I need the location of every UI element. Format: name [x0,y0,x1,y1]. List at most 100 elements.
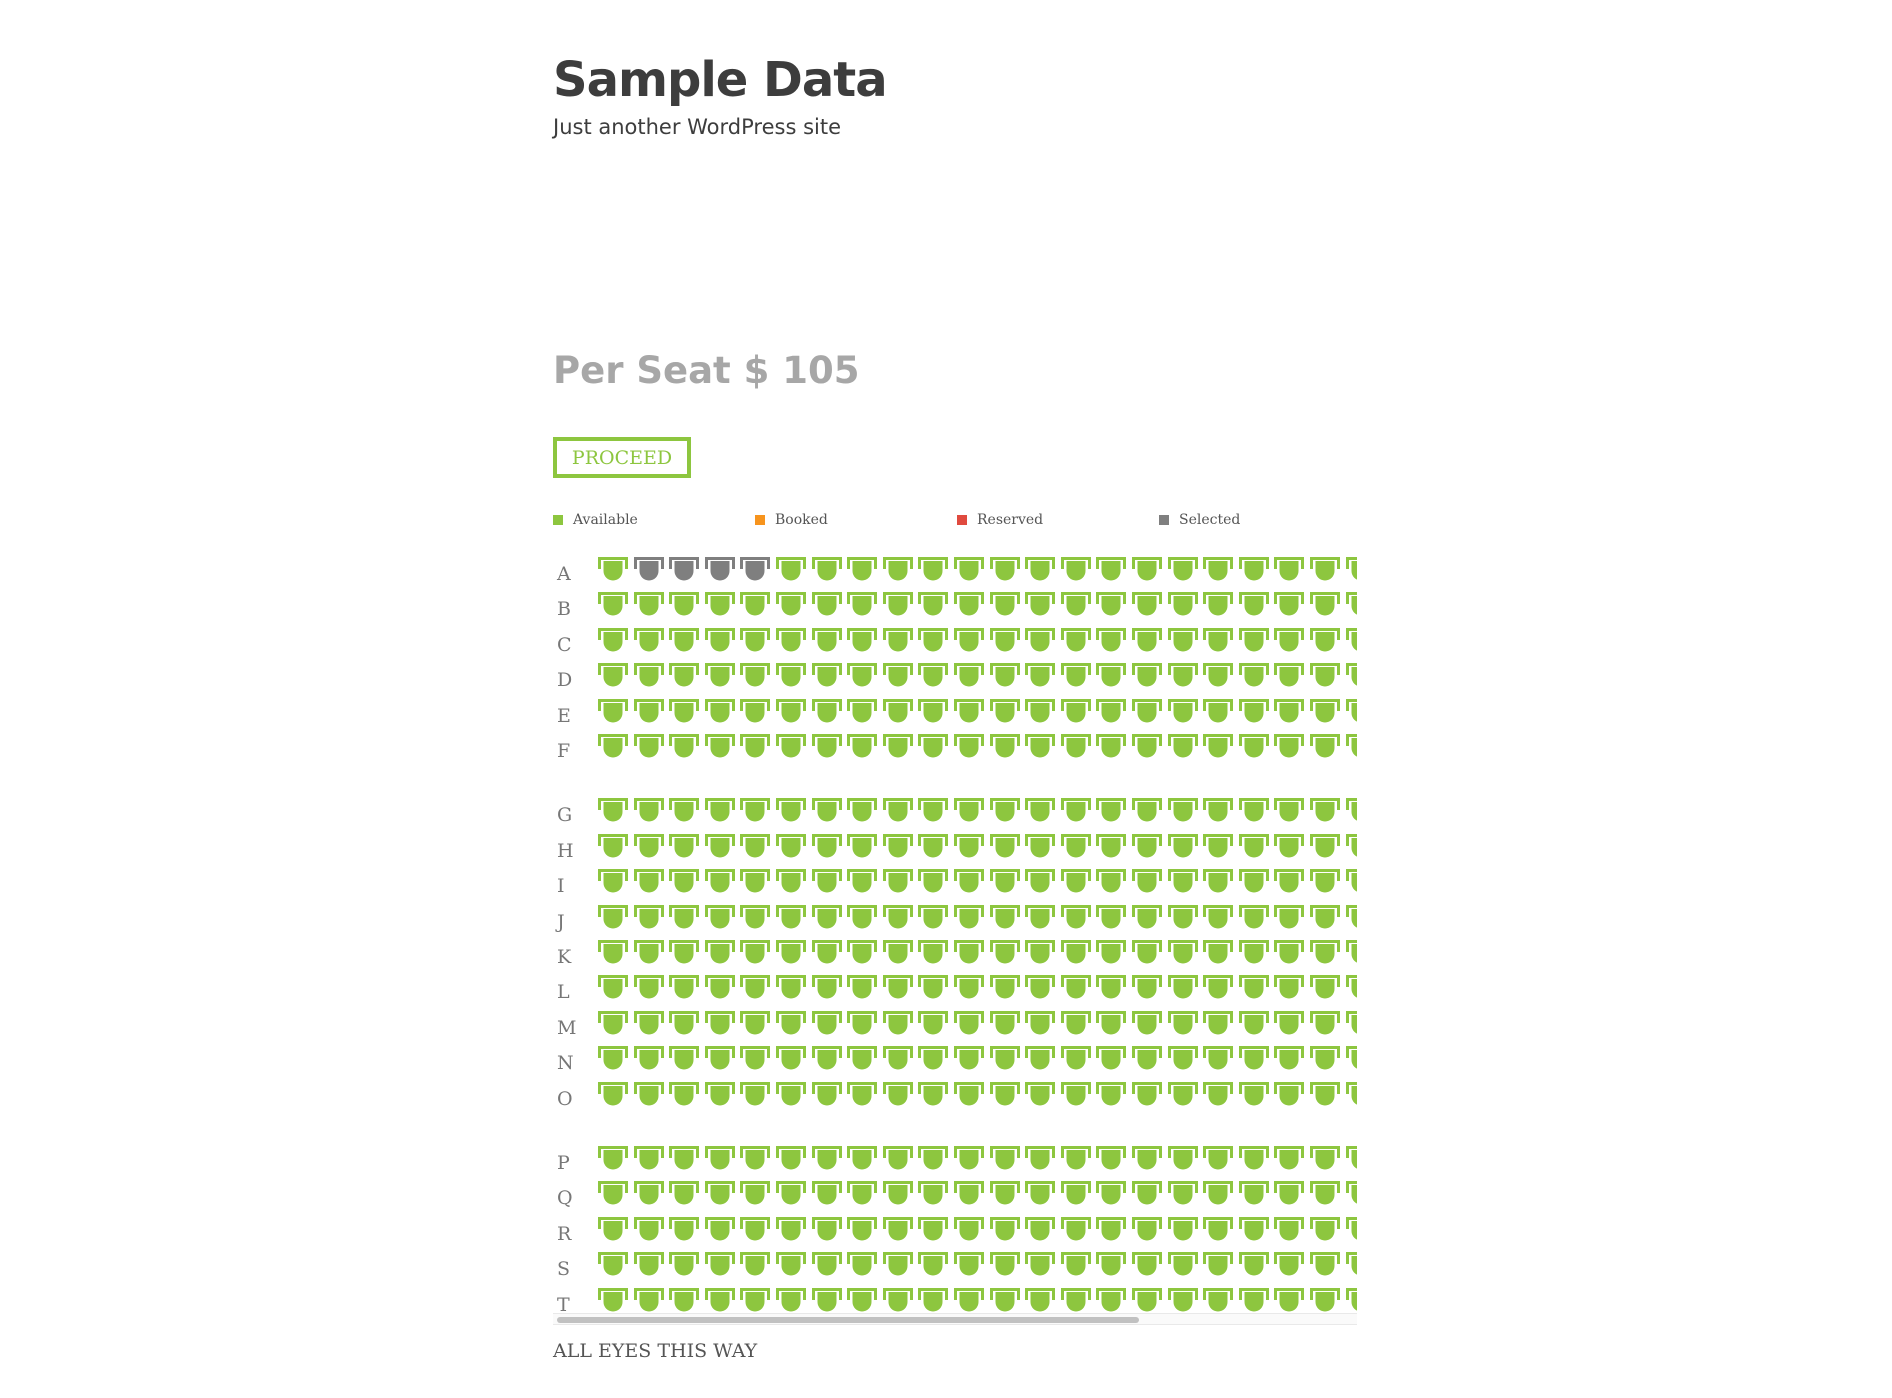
seat-m-22-available[interactable] [1345,1010,1357,1038]
seat-r-6-available[interactable] [776,1216,806,1244]
seat-j-21-available[interactable] [1310,904,1340,932]
seat-h-15-available[interactable] [1096,833,1127,861]
seat-k-10-available[interactable] [918,939,949,967]
seat-o-7-available[interactable] [811,1081,842,1109]
seat-i-8-available[interactable] [847,868,878,896]
seat-h-21-available[interactable] [1310,833,1340,861]
seat-b-2-available[interactable] [633,591,664,619]
seat-i-19-available[interactable] [1238,868,1269,896]
seat-r-1-available[interactable] [598,1216,628,1244]
seat-q-17-available[interactable] [1167,1180,1198,1208]
seat-p-8-available[interactable] [847,1145,878,1173]
seat-b-10-available[interactable] [918,591,949,619]
seat-i-3-available[interactable] [669,868,700,896]
seat-r-8-available[interactable] [847,1216,878,1244]
seat-c-5-available[interactable] [740,627,771,655]
seat-b-14-available[interactable] [1060,591,1091,619]
seat-b-6-available[interactable] [776,591,806,619]
seat-c-12-available[interactable] [989,627,1020,655]
seat-h-11-available[interactable] [954,833,984,861]
seat-q-3-available[interactable] [669,1180,700,1208]
seat-p-13-available[interactable] [1025,1145,1056,1173]
seat-p-16-available[interactable] [1132,1145,1162,1173]
seat-b-7-available[interactable] [811,591,842,619]
seat-s-20-available[interactable] [1274,1251,1305,1279]
seat-j-6-available[interactable] [776,904,806,932]
seat-k-8-available[interactable] [847,939,878,967]
seat-g-18-available[interactable] [1203,797,1234,825]
seat-m-2-available[interactable] [633,1010,664,1038]
seat-g-20-available[interactable] [1274,797,1305,825]
seat-n-11-available[interactable] [954,1045,984,1073]
seat-l-13-available[interactable] [1025,974,1056,1002]
seat-n-4-available[interactable] [704,1045,735,1073]
seat-r-14-available[interactable] [1060,1216,1091,1244]
seat-f-22-available[interactable] [1345,733,1357,761]
seat-t-12-available[interactable] [989,1287,1020,1315]
scrollbar-thumb[interactable] [557,1317,1139,1323]
seat-t-15-available[interactable] [1096,1287,1127,1315]
seat-g-19-available[interactable] [1238,797,1269,825]
seat-e-8-available[interactable] [847,698,878,726]
seat-j-1-available[interactable] [598,904,628,932]
seat-e-9-available[interactable] [882,698,913,726]
seat-i-18-available[interactable] [1203,868,1234,896]
seat-t-10-available[interactable] [918,1287,949,1315]
seat-k-11-available[interactable] [954,939,984,967]
seat-b-21-available[interactable] [1310,591,1340,619]
seat-p-21-available[interactable] [1310,1145,1340,1173]
seat-q-21-available[interactable] [1310,1180,1340,1208]
seat-k-5-available[interactable] [740,939,771,967]
seat-n-6-available[interactable] [776,1045,806,1073]
seat-s-4-available[interactable] [704,1251,735,1279]
seat-c-14-available[interactable] [1060,627,1091,655]
seat-l-14-available[interactable] [1060,974,1091,1002]
seat-j-12-available[interactable] [989,904,1020,932]
seat-r-17-available[interactable] [1167,1216,1198,1244]
seat-s-1-available[interactable] [598,1251,628,1279]
seat-f-11-available[interactable] [954,733,984,761]
seat-k-1-available[interactable] [598,939,628,967]
seat-q-10-available[interactable] [918,1180,949,1208]
seat-r-10-available[interactable] [918,1216,949,1244]
seat-a-16-available[interactable] [1132,556,1162,584]
seat-p-11-available[interactable] [954,1145,984,1173]
seat-m-17-available[interactable] [1167,1010,1198,1038]
seat-t-19-available[interactable] [1238,1287,1269,1315]
seat-g-2-available[interactable] [633,797,664,825]
seat-d-20-available[interactable] [1274,662,1305,690]
seat-t-20-available[interactable] [1274,1287,1305,1315]
seat-c-10-available[interactable] [918,627,949,655]
seat-i-16-available[interactable] [1132,868,1162,896]
seat-m-13-available[interactable] [1025,1010,1056,1038]
seat-o-1-available[interactable] [598,1081,628,1109]
seat-o-11-available[interactable] [954,1081,984,1109]
seat-a-22-available[interactable] [1345,556,1357,584]
seat-c-1-available[interactable] [598,627,628,655]
seat-t-16-available[interactable] [1132,1287,1162,1315]
seat-p-19-available[interactable] [1238,1145,1269,1173]
seat-h-8-available[interactable] [847,833,878,861]
seat-q-15-available[interactable] [1096,1180,1127,1208]
seat-l-19-available[interactable] [1238,974,1269,1002]
seat-m-3-available[interactable] [669,1010,700,1038]
seat-b-19-available[interactable] [1238,591,1269,619]
horizontal-scrollbar[interactable] [553,1313,1357,1325]
seat-n-18-available[interactable] [1203,1045,1234,1073]
seat-e-18-available[interactable] [1203,698,1234,726]
seat-a-1-available[interactable] [598,556,628,584]
seat-t-22-available[interactable] [1345,1287,1357,1315]
seat-t-5-available[interactable] [740,1287,771,1315]
seat-o-6-available[interactable] [776,1081,806,1109]
seat-i-15-available[interactable] [1096,868,1127,896]
seat-s-7-available[interactable] [811,1251,842,1279]
seat-c-6-available[interactable] [776,627,806,655]
seat-q-14-available[interactable] [1060,1180,1091,1208]
seat-a-17-available[interactable] [1167,556,1198,584]
seat-a-10-available[interactable] [918,556,949,584]
seat-n-19-available[interactable] [1238,1045,1269,1073]
seat-t-1-available[interactable] [598,1287,628,1315]
seat-o-16-available[interactable] [1132,1081,1162,1109]
seat-r-21-available[interactable] [1310,1216,1340,1244]
seat-r-9-available[interactable] [882,1216,913,1244]
